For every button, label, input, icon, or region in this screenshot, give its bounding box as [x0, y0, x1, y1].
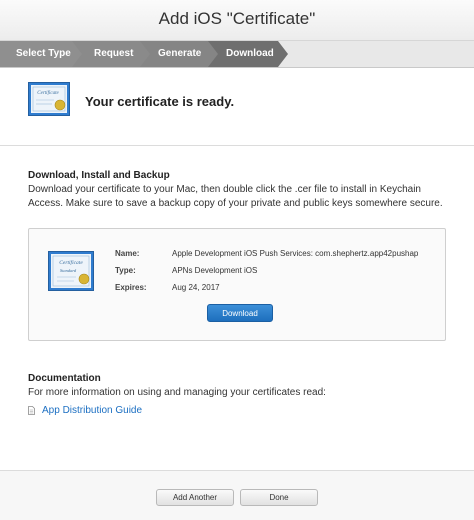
- certificate-icon: Certificate: [28, 82, 70, 116]
- add-another-button[interactable]: Add Another: [156, 489, 234, 506]
- step-select-type: Select Type: [0, 41, 82, 67]
- certificate-name-label: Name:: [115, 249, 140, 258]
- certificate-icon-text: Certificate: [37, 91, 59, 96]
- step-arrow-icon: [208, 41, 218, 67]
- section-divider: [0, 145, 474, 146]
- certificate-details-box: Certificate Standard Name: Apple Develop…: [28, 228, 446, 341]
- step-request: Request: [72, 41, 150, 67]
- window-header: Add iOS "Certificate": [0, 0, 474, 41]
- window-title: Add iOS "Certificate": [158, 9, 316, 28]
- certificate-icon-text: Certificate: [59, 259, 83, 266]
- step-progress-bar: Select Type Request Generate Download: [0, 41, 474, 68]
- certificate-type-label: Type:: [115, 266, 136, 275]
- documentation-title: Documentation: [28, 373, 101, 384]
- document-icon: [28, 406, 35, 415]
- download-button[interactable]: Download: [207, 304, 273, 322]
- certificate-ready-message: Your certificate is ready.: [85, 94, 235, 109]
- step-label: Generate: [158, 48, 202, 59]
- certificate-name-value: Apple Development iOS Push Services: com…: [172, 249, 419, 258]
- step-download: Download: [208, 41, 288, 67]
- step-generate: Generate: [140, 41, 218, 67]
- step-label: Select Type: [16, 48, 71, 59]
- step-label: Request: [94, 48, 134, 59]
- certificate-type-value: APNs Development iOS: [172, 266, 258, 275]
- certificate-expires-label: Expires:: [115, 283, 147, 292]
- app-distribution-guide-link[interactable]: App Distribution Guide: [42, 405, 142, 416]
- documentation-description: For more information on using and managi…: [28, 387, 326, 398]
- done-button[interactable]: Done: [240, 489, 318, 506]
- download-section-description: Download your certificate to your Mac, t…: [28, 184, 443, 209]
- step-arrow-icon: [72, 41, 82, 67]
- certificate-expires-value: Aug 24, 2017: [172, 283, 220, 292]
- certificate-icon: Certificate Standard: [48, 251, 94, 291]
- step-arrow-icon: [140, 41, 150, 67]
- step-label: Download: [226, 48, 274, 59]
- footer-bar: Add Another Done: [0, 470, 474, 520]
- download-section-title: Download, Install and Backup: [28, 170, 170, 181]
- certificate-icon-subtext: Standard: [60, 268, 77, 273]
- step-arrow-icon: [278, 41, 288, 67]
